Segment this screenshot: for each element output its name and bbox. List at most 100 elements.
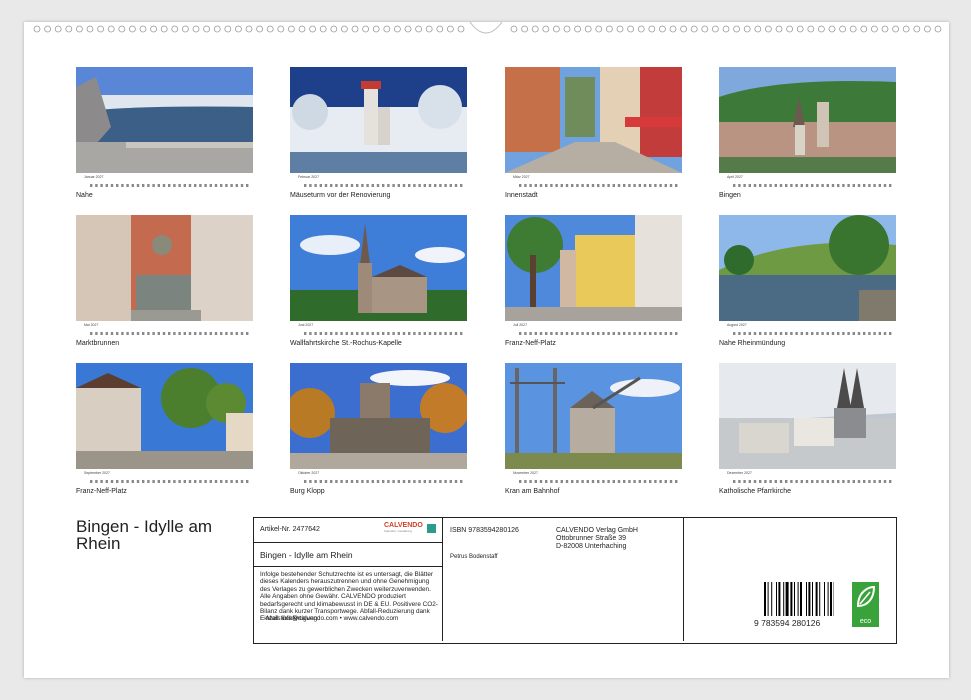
month-label: November 2027 <box>513 471 538 475</box>
isbn: ISBN 9783594280126 <box>450 527 519 534</box>
month-tile: März 2027 Innenstadt <box>505 67 682 199</box>
binding-ring <box>425 25 433 33</box>
month-tile: Januar 2027 Nahe <box>76 67 253 199</box>
binding-ring <box>446 25 454 33</box>
binding-ring <box>881 25 889 33</box>
month-tile: Juli 2027 Franz-Neff-Platz <box>505 215 682 347</box>
photo-caption: Franz-Neff-Platz <box>76 488 127 495</box>
photo-caption: Katholische Pfarrkirche <box>719 488 791 495</box>
binding-ring <box>309 25 317 33</box>
binding-ring <box>553 25 560 33</box>
publisher-name: CALVENDO Verlag GmbH <box>556 527 638 534</box>
month-photo <box>505 215 682 321</box>
month-label: September 2027 <box>84 471 110 475</box>
binding-ring <box>796 25 804 33</box>
month-photo <box>290 215 467 321</box>
binding-ring <box>584 25 592 33</box>
binding-ring <box>690 25 698 33</box>
photo-caption: Wallfahrtskirche St.-Rochus-Kapelle <box>290 340 402 347</box>
binding-ring <box>192 25 200 33</box>
leaf-icon <box>856 585 876 608</box>
photo-caption: Kran am Bahnhof <box>505 488 560 495</box>
binding-ring <box>107 25 115 33</box>
day-grid: September 2027 <box>76 471 253 483</box>
binding-ring <box>754 25 762 33</box>
photo-caption: Bingen <box>719 192 741 199</box>
binding-ring <box>234 25 242 33</box>
month-tile: August 2027 Nahe Rheinmündung <box>719 215 896 347</box>
binding-ring <box>722 25 730 33</box>
binding-ring <box>181 25 189 33</box>
month-photo <box>505 363 682 469</box>
month-label: Mai 2027 <box>84 323 99 327</box>
month-tile: April 2027 Bingen <box>719 67 896 199</box>
binding-ring <box>775 25 783 33</box>
binding-ring <box>277 25 285 33</box>
binding-ring <box>54 25 62 33</box>
binding-ring <box>372 25 380 33</box>
day-grid: August 2027 <box>719 323 896 335</box>
publisher-city: D-82008 Unterhaching <box>556 543 627 550</box>
binding-ring <box>542 25 550 33</box>
binding-ring <box>118 25 126 33</box>
day-grid: Oktober 2027 <box>290 471 467 483</box>
binding-ring <box>924 25 931 33</box>
month-photo <box>505 67 682 173</box>
binding-ring <box>150 25 158 33</box>
day-grid: Juli 2027 <box>505 323 682 335</box>
month-tile: Juni 2027 Wallfahrtskirche St.-Rochus-Ka… <box>290 215 467 347</box>
binding-ring <box>902 25 910 33</box>
month-tile: Dezember 2027 Katholische Pfarrkirche <box>719 363 896 495</box>
binding-ring <box>934 25 942 33</box>
binding-ring <box>139 25 147 33</box>
binding-ring <box>627 25 634 33</box>
photo-caption: Innenstadt <box>505 192 538 199</box>
binding-ring <box>531 25 539 33</box>
month-tile: Oktober 2027 Burg Klopp <box>290 363 467 495</box>
binding-ring <box>33 25 41 33</box>
info-box: Artikel-Nr. 2477642 CALVENDO Kalender. G… <box>253 517 897 644</box>
binding-ring <box>563 25 571 33</box>
binding-ring <box>849 25 857 33</box>
binding-ring <box>393 25 401 33</box>
binding-ring <box>860 25 868 33</box>
photo-caption: Mäuseturm vor der Renovierung <box>290 192 391 199</box>
month-tile: Mai 2027 Marktbrunnen <box>76 215 253 347</box>
month-label: Juni 2027 <box>298 323 314 327</box>
day-grid: Januar 2027 <box>76 175 253 187</box>
binding-ring <box>712 25 719 33</box>
binding-ring <box>659 25 666 33</box>
binding-ring <box>351 25 359 33</box>
binding-ring <box>606 25 613 33</box>
month-photo <box>76 363 253 469</box>
box-title: Bingen - Idylle am Rhein <box>260 550 353 560</box>
binding-ring <box>415 25 423 33</box>
day-grid: November 2027 <box>505 471 682 483</box>
article-number: Artikel-Nr. 2477642 <box>260 526 320 533</box>
month-label: August 2027 <box>727 323 747 327</box>
photo-caption: Marktbrunnen <box>76 340 120 347</box>
month-photo <box>290 67 467 173</box>
contact-email: E-Mail: info@calvendo.com • www.calvendo… <box>260 615 399 622</box>
binding-ring <box>319 25 327 33</box>
binding-ring <box>287 25 295 33</box>
month-label: März 2027 <box>513 175 530 179</box>
binding-ring <box>298 25 306 33</box>
month-photo <box>719 363 896 469</box>
binding-ring <box>203 25 211 33</box>
binding-ring <box>574 25 581 33</box>
binding-ring <box>86 25 94 33</box>
binding-ring <box>701 25 709 33</box>
binding-ring <box>340 25 348 33</box>
month-tile: Februar 2027 Mäuseturm vor der Renovieru… <box>290 67 467 199</box>
binding-ring <box>765 25 772 33</box>
binding-ring <box>637 25 645 33</box>
binding-ring <box>362 25 370 33</box>
photo-caption: Nahe Rheinmündung <box>719 340 786 347</box>
binding-ring <box>65 25 73 33</box>
binding-ring <box>595 25 603 33</box>
binding-ring <box>266 25 274 33</box>
binding-ring <box>669 25 677 33</box>
month-tile: September 2027 Franz-Neff-Platz <box>76 363 253 495</box>
month-photo <box>290 363 467 469</box>
